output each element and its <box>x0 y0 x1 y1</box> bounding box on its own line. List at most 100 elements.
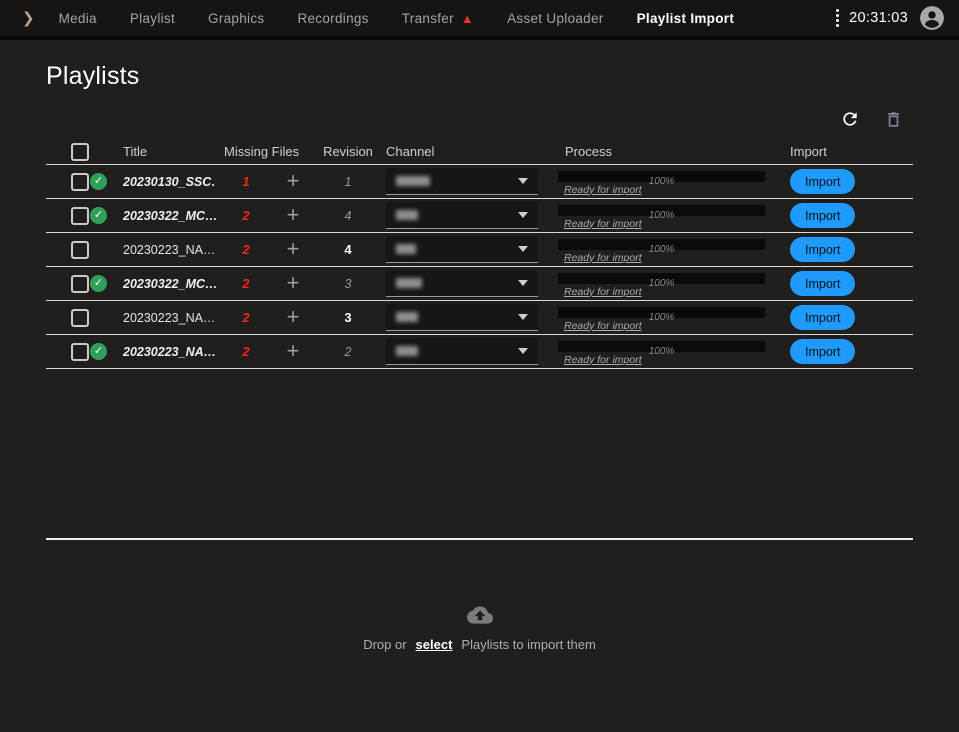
nav-item-graphics[interactable]: Graphics <box>208 11 264 26</box>
table-row: ✓ 20230223_NA… 2 + 3 100% Ready for impo… <box>46 301 913 335</box>
add-missing-files-button[interactable]: + <box>287 273 300 293</box>
nav-item-playlist[interactable]: Playlist <box>130 11 175 26</box>
delete-selected-button[interactable] <box>884 110 903 129</box>
main-content: Playlists Title Missing Files Revision C… <box>0 62 959 652</box>
kebab-menu-icon[interactable] <box>833 5 842 31</box>
clock-display: 20:31:03 <box>849 10 908 26</box>
nav-item-transfer[interactable]: Transfer▲ <box>402 11 474 26</box>
table-row: ✓ 20230223_NA… 2 + 4 100% Ready for impo… <box>46 233 913 267</box>
channel-select[interactable] <box>386 202 538 229</box>
add-missing-files-button[interactable]: + <box>287 171 300 191</box>
header-import: Import <box>790 144 910 159</box>
chevron-down-icon <box>518 348 528 354</box>
channel-select[interactable] <box>386 168 538 195</box>
progress-bar: 100% <box>558 273 765 284</box>
import-button[interactable]: Import <box>790 339 855 364</box>
table-row: ✓ 20230322_MC… 2 + 3 100% Ready for impo… <box>46 267 913 301</box>
row-title: 20230223_NA… <box>123 345 216 359</box>
row-checkbox[interactable] <box>71 241 89 259</box>
process-status: Ready for import <box>564 218 790 230</box>
table-row: ✓ 20230130_SSC… 1 + 1 100% Ready for imp… <box>46 165 913 199</box>
dropzone[interactable]: Drop or select Playlists to import them <box>46 602 913 652</box>
channel-select[interactable] <box>386 270 538 297</box>
select-all-checkbox[interactable] <box>71 143 89 161</box>
process-status: Ready for import <box>564 286 790 298</box>
add-missing-files-button[interactable]: + <box>287 307 300 327</box>
refresh-button[interactable] <box>840 109 860 129</box>
progress-bar: 100% <box>558 239 765 250</box>
nav-item-media[interactable]: Media <box>59 11 97 26</box>
missing-files-count: 2 <box>242 310 249 325</box>
process-cell: 100% Ready for import <box>558 205 790 230</box>
row-checkbox[interactable] <box>71 275 89 293</box>
top-bar: ❯ Media Playlist Graphics Recordings Transfe… <box>0 0 959 40</box>
add-missing-files-button[interactable]: + <box>287 341 300 361</box>
revision-value: 1 <box>310 175 386 189</box>
row-checkbox[interactable] <box>71 343 89 361</box>
chevron-down-icon <box>518 212 528 218</box>
chevron-down-icon <box>518 246 528 252</box>
drop-text-prefix: Drop or <box>363 637 406 652</box>
channel-select[interactable] <box>386 236 538 263</box>
channel-select[interactable] <box>386 304 538 331</box>
row-title: 20230322_MC… <box>123 277 216 291</box>
revision-value: 3 <box>310 277 386 291</box>
table-header-row: Title Missing Files Revision Channel Pro… <box>46 139 913 165</box>
missing-files-count: 2 <box>242 208 249 223</box>
header-revision: Revision <box>310 144 386 159</box>
cloud-upload-icon <box>467 602 493 628</box>
success-check-icon: ✓ <box>90 275 107 292</box>
process-cell: 100% Ready for import <box>558 307 790 332</box>
row-title: 20230223_NA… <box>123 311 216 325</box>
revision-value: 3 <box>310 310 386 325</box>
add-missing-files-button[interactable]: + <box>287 239 300 259</box>
missing-files-count: 1 <box>242 174 249 189</box>
revision-value: 4 <box>310 242 386 257</box>
topbar-right-cluster: 20:31:03 <box>833 5 945 31</box>
playlists-table: Title Missing Files Revision Channel Pro… <box>46 139 913 369</box>
process-cell: 100% Ready for import <box>558 273 790 298</box>
row-checkbox[interactable] <box>71 309 89 327</box>
header-process: Process <box>558 144 790 159</box>
channel-value-redacted <box>396 210 418 220</box>
table-row: ✓ 20230322_MC… 2 + 4 100% Ready for impo… <box>46 199 913 233</box>
channel-value-redacted <box>396 278 422 288</box>
missing-files-count: 2 <box>242 276 249 291</box>
chevron-down-icon <box>518 178 528 184</box>
import-button[interactable]: Import <box>790 169 855 194</box>
table-body: ✓ 20230130_SSC… 1 + 1 100% Ready for imp… <box>46 165 913 369</box>
row-checkbox[interactable] <box>71 207 89 225</box>
user-avatar-icon[interactable] <box>919 5 945 31</box>
nav-item-recordings[interactable]: Recordings <box>297 11 368 26</box>
progress-bar: 100% <box>558 341 765 352</box>
chevron-right-icon[interactable]: ❯ <box>22 9 35 27</box>
success-check-icon: ✓ <box>90 343 107 360</box>
import-button[interactable]: Import <box>790 237 855 262</box>
import-button[interactable]: Import <box>790 203 855 228</box>
select-files-link[interactable]: select <box>413 637 456 652</box>
progress-bar: 100% <box>558 171 765 182</box>
process-status: Ready for import <box>564 320 790 332</box>
revision-value: 2 <box>310 345 386 359</box>
import-button[interactable]: Import <box>790 271 855 296</box>
progress-bar: 100% <box>558 307 765 318</box>
nav-item-asset-uploader[interactable]: Asset Uploader <box>507 11 604 26</box>
chevron-down-icon <box>518 314 528 320</box>
channel-value-redacted <box>396 312 418 322</box>
table-toolbar <box>46 107 913 131</box>
process-status: Ready for import <box>564 354 790 366</box>
top-nav: Media Playlist Graphics Recordings Transfer▲… <box>59 11 735 26</box>
channel-value-redacted <box>396 176 430 186</box>
import-button[interactable]: Import <box>790 305 855 330</box>
row-checkbox[interactable] <box>71 173 89 191</box>
success-check-icon: ✓ <box>90 173 107 190</box>
process-cell: 100% Ready for import <box>558 341 790 366</box>
nav-item-playlist-import[interactable]: Playlist Import <box>637 11 735 26</box>
channel-value-redacted <box>396 244 416 254</box>
process-cell: 100% Ready for import <box>558 239 790 264</box>
channel-select[interactable] <box>386 338 538 365</box>
row-title: 20230130_SSC… <box>123 175 216 189</box>
success-check-icon: ✓ <box>90 207 107 224</box>
add-missing-files-button[interactable]: + <box>287 205 300 225</box>
process-cell: 100% Ready for import <box>558 171 790 196</box>
